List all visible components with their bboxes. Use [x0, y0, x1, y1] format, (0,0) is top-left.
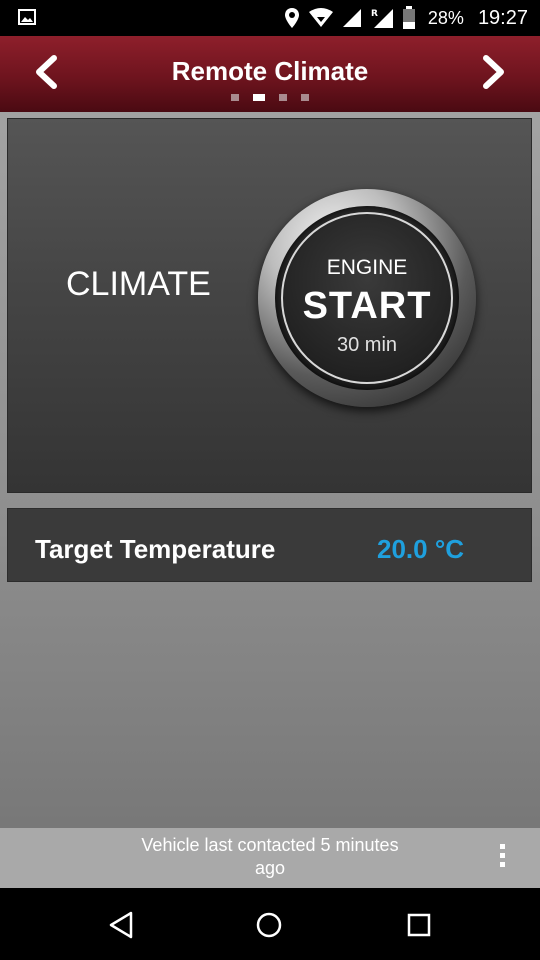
engine-label: ENGINE — [326, 256, 408, 279]
location-icon — [284, 7, 300, 29]
roaming-signal-icon: R — [370, 7, 394, 29]
engine-start-button[interactable]: ENGINE START 30 min — [258, 189, 476, 407]
page-indicator — [0, 94, 540, 101]
battery-icon — [402, 6, 416, 30]
page-dot — [231, 94, 239, 101]
page-dot-active — [253, 94, 265, 101]
chevron-right-icon — [483, 55, 504, 89]
target-temperature-value: 20.0 °C — [377, 534, 465, 564]
svg-text:R: R — [371, 9, 378, 19]
engine-button-face: ENGINE START 30 min — [275, 206, 459, 390]
system-nav-bar — [0, 888, 540, 960]
contact-status-text: Vehicle last contacted 5 minutes ago — [141, 835, 399, 878]
recents-icon[interactable] — [402, 908, 436, 942]
clock: 19:27 — [477, 6, 528, 29]
status-bar: R 28% 19:27 — [0, 0, 540, 36]
page-title: Remote Climate — [171, 56, 369, 86]
wifi-icon — [308, 8, 334, 28]
home-icon[interactable] — [252, 908, 286, 942]
target-temperature-row[interactable]: Target Temperature 20.0 °C — [7, 508, 532, 582]
page-dot — [279, 94, 287, 101]
next-page-button[interactable] — [474, 50, 514, 94]
overflow-menu-icon[interactable] — [498, 844, 506, 872]
target-temperature-label: Target Temperature — [35, 534, 276, 564]
climate-panel: CLIMATE ENGINE START 30 min — [7, 118, 532, 493]
contact-status-bar: Vehicle last contacted 5 minutes ago — [0, 828, 540, 888]
back-icon[interactable] — [104, 908, 138, 942]
image-icon — [18, 9, 36, 25]
start-label: START — [302, 285, 432, 327]
signal-icon — [342, 8, 362, 28]
climate-label: CLIMATE — [66, 265, 211, 303]
page-dot — [301, 94, 309, 101]
duration-label: 30 min — [336, 334, 398, 356]
app-header: Remote Climate — [0, 36, 540, 112]
battery-percent: 28% — [427, 7, 464, 28]
